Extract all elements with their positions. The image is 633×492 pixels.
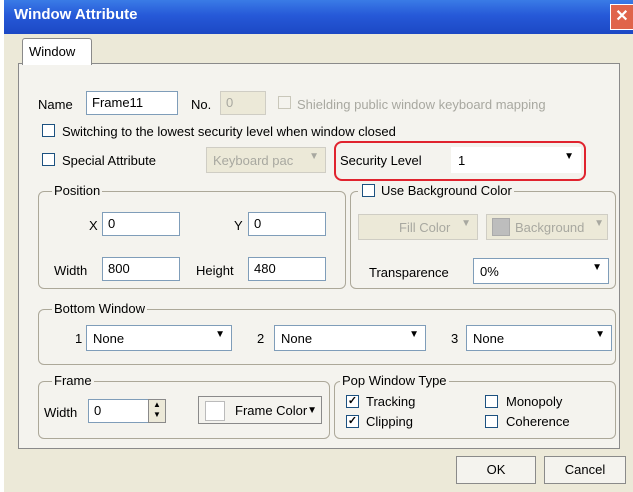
bottom-window-1-dropdown[interactable]: None ▼ [86, 325, 232, 351]
shielding-checkbox [278, 96, 291, 109]
frame-width-input[interactable]: 0 [88, 399, 150, 423]
color-swatch-icon [492, 218, 510, 236]
window-attribute-dialog: Window Attribute ✕ Window Name Frame11 N… [4, 0, 633, 492]
tab-window-label: Window [29, 44, 76, 59]
chevron-down-icon: ▼ [592, 262, 602, 273]
frame-group-title: Frame [52, 373, 94, 388]
chevron-down-icon: ▼ [215, 329, 225, 340]
x-input[interactable]: 0 [102, 212, 180, 236]
name-input[interactable]: Frame11 [86, 91, 178, 115]
y-label: Y [234, 218, 243, 233]
transparence-value: 0% [480, 264, 499, 279]
monopoly-label: Monopoly [506, 394, 563, 409]
no-label: No. [191, 97, 212, 112]
width-label: Width [54, 263, 88, 278]
close-button[interactable]: ✕ [610, 4, 633, 30]
bottom-window-2-value: None [281, 331, 313, 346]
fill-color-button: Fill Color ▼ [358, 214, 478, 240]
use-background-color-label: Use Background Color [381, 183, 512, 198]
color-swatch-icon [205, 401, 225, 421]
y-input[interactable]: 0 [248, 212, 326, 236]
x-label: X [89, 218, 98, 233]
chevron-down-icon: ▼ [409, 329, 419, 340]
frame-width-spinner[interactable]: ▲ ▼ [148, 399, 166, 423]
chevron-down-icon: ▼ [595, 329, 605, 340]
width-input[interactable]: 800 [102, 257, 180, 281]
frame-color-label: Frame Color [235, 403, 308, 418]
use-background-color-checkbox[interactable] [362, 184, 375, 197]
clipping-label: Clipping [366, 414, 413, 429]
bottom-window-1-value: None [93, 331, 125, 346]
tracking-checkbox[interactable]: ✓ [346, 395, 359, 408]
monopoly-checkbox[interactable] [485, 395, 498, 408]
pop-window-type-group-title: Pop Window Type [340, 373, 449, 388]
height-input[interactable]: 480 [248, 257, 326, 281]
height-label: Height [196, 263, 234, 278]
tracking-label: Tracking [366, 394, 416, 409]
cancel-button[interactable]: Cancel [544, 456, 626, 484]
bottom-window-3-label: 3 [451, 331, 459, 346]
keyboard-page-dropdown: Keyboard pac ▼ [206, 147, 326, 173]
spin-down-icon[interactable]: ▼ [149, 410, 165, 420]
transparence-label: Transparence [369, 265, 449, 280]
tab-window[interactable]: Window [22, 38, 92, 65]
frame-width-label: Width [44, 405, 78, 420]
position-group-title: Position [52, 183, 103, 198]
background-color-label: Background [515, 220, 585, 235]
no-input: 0 [220, 91, 266, 115]
pop-window-type-group [334, 381, 616, 439]
clipping-checkbox[interactable]: ✓ [346, 415, 359, 428]
switching-lowest-security-checkbox[interactable] [42, 124, 55, 137]
security-level-highlight [334, 141, 586, 181]
chevron-down-icon: ▼ [594, 218, 604, 229]
ok-button[interactable]: OK [456, 456, 536, 484]
background-color-button: Background ▼ [486, 214, 608, 240]
chevron-down-icon: ▼ [309, 151, 319, 162]
chevron-down-icon: ▼ [461, 218, 471, 229]
bottom-window-2-label: 2 [257, 331, 265, 346]
transparence-dropdown[interactable]: 0% ▼ [473, 258, 609, 284]
name-label: Name [38, 97, 73, 112]
bottom-window-2-dropdown[interactable]: None ▼ [274, 325, 426, 351]
title-bar[interactable]: Window Attribute ✕ [4, 0, 633, 34]
switching-lowest-security-label: Switching to the lowest security level w… [62, 124, 396, 139]
bottom-window-3-dropdown[interactable]: None ▼ [466, 325, 612, 351]
coherence-checkbox[interactable] [485, 415, 498, 428]
bottom-window-3-value: None [473, 331, 505, 346]
special-attribute-label: Special Attribute [62, 153, 156, 168]
chevron-down-icon: ▼ [307, 405, 317, 416]
fill-color-label: Fill Color [399, 220, 451, 235]
shielding-label: Shielding public window keyboard mapping [297, 97, 546, 112]
special-attribute-checkbox[interactable] [42, 153, 55, 166]
coherence-label: Coherence [506, 414, 570, 429]
frame-color-button[interactable]: Frame Color ▼ [198, 396, 322, 424]
dialog-title: Window Attribute [14, 6, 138, 23]
spin-up-icon[interactable]: ▲ [149, 400, 165, 410]
bottom-window-group-title: Bottom Window [52, 301, 148, 316]
keyboard-page-value: Keyboard pac [213, 153, 294, 168]
bottom-window-1-label: 1 [75, 331, 83, 346]
use-background-color-option: Use Background Color [358, 183, 514, 198]
